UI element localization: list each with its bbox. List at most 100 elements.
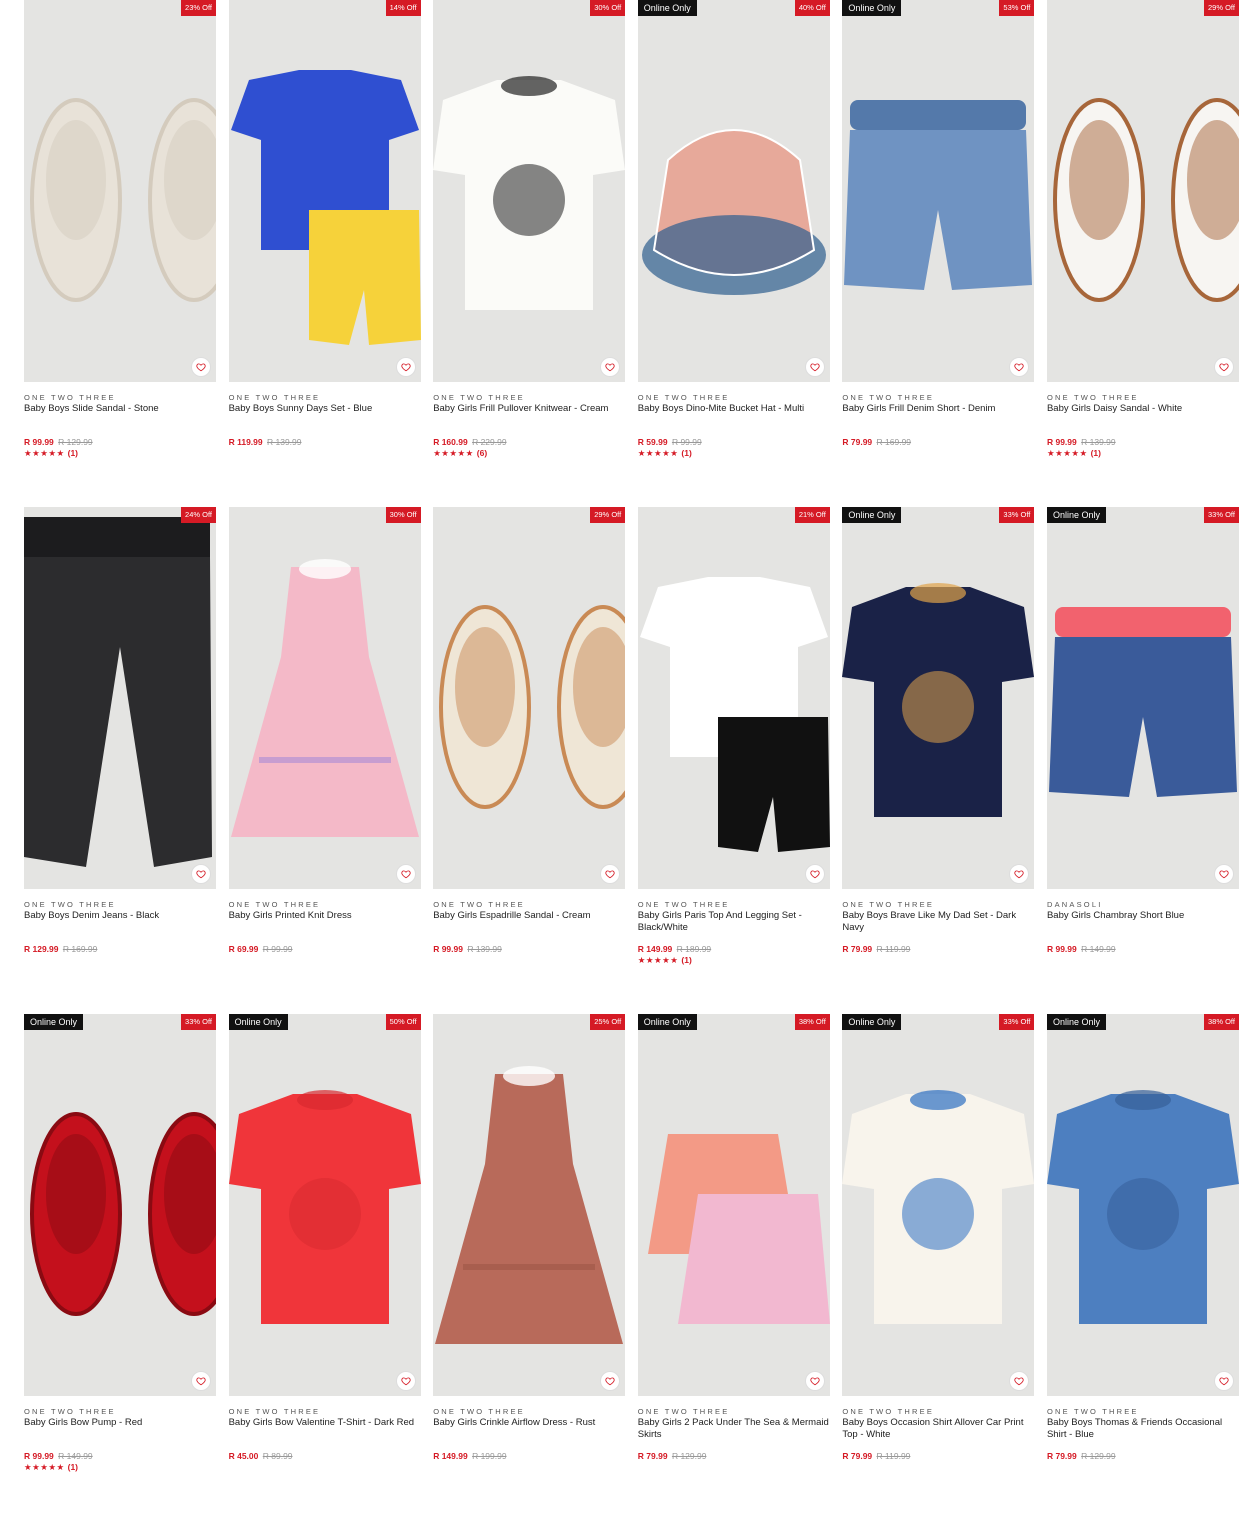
product-image[interactable]: Online Only 50% Off: [228, 1014, 421, 1396]
rating[interactable]: ★★★★★ (1): [1047, 448, 1239, 458]
discount-badge: 50% Off: [385, 1014, 421, 1030]
wishlist-button[interactable]: [395, 864, 416, 884]
product-name[interactable]: Baby Boys Brave Like My Dad Set - Dark N…: [842, 910, 1034, 933]
product-card[interactable]: 30% Off ONE TWO THREE Baby Girls Printed K…: [228, 507, 421, 1014]
product-image[interactable]: 25% Off: [433, 1014, 626, 1396]
product-image[interactable]: Online Only 53% Off: [842, 0, 1035, 382]
star-rating-icon: ★★★★★: [24, 1462, 65, 1472]
product-brand: ONE TWO THREE: [433, 1407, 525, 1416]
discount-badge: 40% Off: [794, 0, 830, 16]
product-card[interactable]: 29% Off ONE TWO THREE Baby Girls Daisy San…: [1046, 0, 1239, 507]
product-name[interactable]: Baby Girls Daisy Sandal - White: [1047, 403, 1239, 426]
product-name[interactable]: Baby Girls Frill Pullover Knitwear - Cre…: [433, 403, 625, 426]
online-only-badge: Online Only: [228, 1014, 288, 1030]
rating[interactable]: ★★★★★ (1): [24, 1462, 216, 1472]
product-image[interactable]: 23% Off: [24, 0, 216, 382]
product-image[interactable]: Online Only 33% Off: [842, 1014, 1035, 1396]
product-name[interactable]: Baby Boys Denim Jeans - Black: [24, 910, 216, 933]
product-card[interactable]: 14% Off ONE TWO THREE Baby Boys Sunny Days…: [228, 0, 421, 507]
product-name[interactable]: Baby Girls Espadrille Sandal - Cream: [433, 910, 625, 933]
product-brand: ONE TWO THREE: [24, 1407, 116, 1416]
sale-price: R 79.99: [637, 1451, 668, 1461]
product-name[interactable]: Baby Girls Frill Denim Short - Denim: [842, 403, 1034, 426]
discount-badge: 38% Off: [1204, 1014, 1239, 1030]
product-name[interactable]: Baby Girls Crinkle Airflow Dress - Rust: [433, 1417, 625, 1440]
product-name[interactable]: Baby Boys Occasion Shirt Allover Car Pri…: [842, 1417, 1034, 1440]
original-price: R 169.99: [876, 437, 912, 447]
product-name[interactable]: Baby Girls Bow Pump - Red: [24, 1417, 216, 1440]
product-name[interactable]: Baby Boys Dino-Mite Bucket Hat - Multi: [638, 403, 830, 426]
product-image[interactable]: 30% Off: [228, 507, 421, 889]
wishlist-button[interactable]: [191, 1371, 211, 1391]
wishlist-button[interactable]: [804, 1371, 825, 1391]
product-card[interactable]: 29% Off ONE TWO THREE Baby Girls Espadrill…: [433, 507, 626, 1014]
wishlist-button[interactable]: [191, 864, 211, 884]
product-image[interactable]: Online Only 38% Off: [637, 1014, 830, 1396]
product-card[interactable]: Online Only 53% Off ONE TWO THREE Baby Girl…: [842, 0, 1035, 507]
wishlist-button[interactable]: [1213, 357, 1234, 377]
product-card[interactable]: Online Only 38% Off ONE TWO THREE Baby Boys…: [1046, 1014, 1239, 1521]
heart-icon: [1014, 869, 1024, 879]
product-image[interactable]: Online Only 33% Off: [1046, 507, 1239, 889]
product-name[interactable]: Baby Girls Bow Valentine T-Shirt - Dark …: [229, 1417, 421, 1440]
product-card[interactable]: Online Only 50% Off ONE TWO THREE Baby Girl…: [228, 1014, 421, 1521]
product-card[interactable]: 30% Off ONE TWO THREE Baby Girls Frill Pul…: [433, 0, 626, 507]
rating[interactable]: ★★★★★ (1): [24, 448, 216, 458]
wishlist-button[interactable]: [804, 357, 825, 377]
product-prices: R 99.99 R 149.99: [24, 1451, 216, 1461]
product-card[interactable]: 21% Off ONE TWO THREE Baby Girls Paris Top…: [637, 507, 830, 1014]
product-name[interactable]: Baby Boys Thomas & Friends Occasional Sh…: [1047, 1417, 1239, 1440]
product-card[interactable]: 23% Off ONE TWO THREE Baby Boys Slide Sand…: [24, 0, 216, 507]
product-name[interactable]: Baby Boys Sunny Days Set - Blue: [229, 403, 421, 426]
sale-price: R 59.99: [637, 437, 668, 447]
product-name[interactable]: Baby Boys Slide Sandal - Stone: [24, 403, 216, 426]
product-name[interactable]: Baby Girls Chambray Short Blue: [1047, 910, 1239, 933]
sale-price: R 99.99: [1046, 437, 1077, 447]
product-image[interactable]: 24% Off: [24, 507, 216, 889]
product-brand: ONE TWO THREE: [1046, 393, 1139, 402]
product-card[interactable]: 25% Off ONE TWO THREE Baby Girls Crinkle A…: [433, 1014, 626, 1521]
product-image[interactable]: Online Only 38% Off: [1046, 1014, 1239, 1396]
product-card[interactable]: Online Only 33% Off ONE TWO THREE Baby Boys…: [842, 1014, 1035, 1521]
product-card[interactable]: Online Only 40% Off ONE TWO THREE Baby Boys…: [637, 0, 830, 507]
product-name[interactable]: Baby Girls 2 Pack Under The Sea & Mermai…: [638, 1417, 830, 1440]
original-price: R 119.99: [876, 1451, 911, 1461]
product-prices: R 99.99 R 149.99: [1047, 944, 1239, 954]
product-card[interactable]: Online Only 33% Off DANASOLI Baby Girls Cha…: [1046, 507, 1239, 1014]
heart-icon: [810, 869, 820, 879]
original-price: R 119.99: [876, 944, 911, 954]
rating[interactable]: ★★★★★ (1): [638, 448, 830, 458]
product-card[interactable]: Online Only 33% Off ONE TWO THREE Baby Boys…: [842, 507, 1035, 1014]
original-price: R 129.99: [1081, 1451, 1116, 1461]
wishlist-button[interactable]: [1213, 1371, 1234, 1391]
rating[interactable]: ★★★★★ (6): [433, 448, 625, 458]
original-price: R 139.99: [467, 944, 502, 954]
product-image[interactable]: Online Only 40% Off: [637, 0, 830, 382]
product-card[interactable]: Online Only 33% Off ONE TWO THREE Baby Girl…: [24, 1014, 216, 1521]
product-image[interactable]: Online Only 33% Off: [24, 1014, 216, 1396]
product-image[interactable]: 21% Off: [637, 507, 830, 889]
product-brand: ONE TWO THREE: [842, 393, 935, 402]
product-prices: R 149.99 R 199.99: [433, 1451, 625, 1461]
product-prices: R 79.99 R 119.99: [842, 1451, 1034, 1461]
wishlist-button[interactable]: [191, 357, 211, 377]
product-image[interactable]: Online Only 33% Off: [842, 507, 1035, 889]
product-name[interactable]: Baby Girls Paris Top And Legging Set - B…: [638, 910, 830, 933]
review-count: (1): [681, 448, 692, 458]
product-image[interactable]: 29% Off: [1046, 0, 1239, 382]
sale-price: R 79.99: [842, 944, 873, 954]
discount-badge: 33% Off: [1204, 507, 1239, 523]
wishlist-button[interactable]: [804, 864, 825, 884]
product-image[interactable]: 29% Off: [433, 507, 626, 889]
product-image[interactable]: 30% Off: [433, 0, 626, 382]
product-name[interactable]: Baby Girls Printed Knit Dress: [229, 910, 421, 933]
wishlist-button[interactable]: [395, 357, 416, 377]
wishlist-button[interactable]: [395, 1371, 416, 1391]
product-image[interactable]: 14% Off: [228, 0, 421, 382]
wishlist-button[interactable]: [1213, 864, 1234, 884]
product-brand: ONE TWO THREE: [433, 393, 525, 402]
product-card[interactable]: 24% Off ONE TWO THREE Baby Boys Denim Jean…: [24, 507, 216, 1014]
product-prices: R 99.99 R 139.99: [1047, 437, 1239, 447]
rating[interactable]: ★★★★★ (1): [638, 955, 830, 965]
product-card[interactable]: Online Only 38% Off ONE TWO THREE Baby Girl…: [637, 1014, 830, 1521]
